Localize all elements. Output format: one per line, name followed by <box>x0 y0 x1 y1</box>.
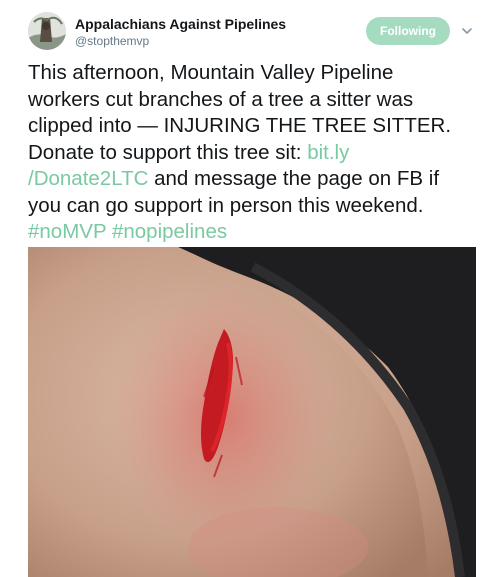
tweet-text-line: Donate to support this tree sit: bit.ly <box>28 140 496 167</box>
donate-link-continued[interactable]: /Donate2LTC <box>28 167 148 190</box>
tweet-card: Appalachians Against Pipelines @stopthem… <box>0 0 503 577</box>
tweet-text: This afternoon, Mountain Valley Pipeline… <box>28 60 496 246</box>
tweet-text-fragment: Donate to support this tree sit: <box>28 140 308 164</box>
author-handle[interactable]: @stopthemvp <box>75 34 149 48</box>
author-display-name[interactable]: Appalachians Against Pipelines <box>75 16 286 32</box>
injury-photo <box>28 247 476 577</box>
tweet-media-photo[interactable] <box>28 247 476 577</box>
tweet-text-line: clipped into — INJURING THE TREE SITTER. <box>28 114 452 137</box>
avatar[interactable] <box>28 12 66 50</box>
donate-link[interactable]: bit.ly <box>307 141 349 164</box>
chevron-down-icon[interactable] <box>460 24 474 38</box>
avatar-photo-icon <box>28 12 66 50</box>
hashtag-nomvp[interactable]: #noMVP <box>28 220 106 243</box>
hashtags-line: #noMVP #nopipelines <box>28 219 496 246</box>
tweet-text-line: workers cut branches of a tree a sitter … <box>28 87 414 111</box>
hashtag-nopipelines[interactable]: #nopipelines <box>112 220 227 243</box>
tweet-text-line: /Donate2LTC and message the page on FB i… <box>28 166 496 193</box>
tweet-text-fragment: and message the page on FB if <box>148 167 440 190</box>
following-button[interactable]: Following <box>366 17 450 45</box>
tweet-text-line: This afternoon, Mountain Valley Pipeline <box>28 61 394 84</box>
tweet-text-line: you can go support in person this weeken… <box>28 193 424 217</box>
